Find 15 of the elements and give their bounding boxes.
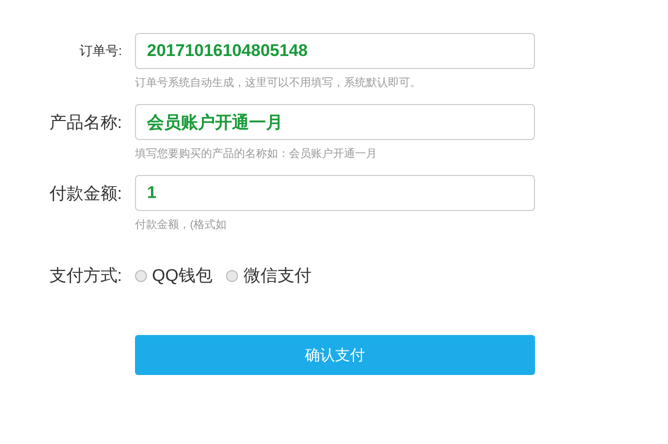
hint-text: 付款金额，(格式如	[135, 218, 228, 232]
input-field[interactable]: 会员账户开通一月	[135, 104, 535, 140]
field-label: 支付方式:	[49, 265, 122, 287]
submit-button[interactable]: 确认支付	[135, 335, 535, 375]
field-label: 付款金额:	[49, 182, 122, 204]
radio-button[interactable]	[226, 270, 238, 282]
field-label: 产品名称:	[49, 112, 122, 134]
input-field[interactable]: 20171016104805148	[135, 33, 535, 69]
option-label: QQ钱包	[152, 265, 212, 287]
option-label: 微信支付	[243, 265, 312, 287]
radio-button[interactable]	[135, 270, 147, 282]
field-label: 订单号:	[79, 42, 122, 60]
hint-text: 订单号系统自动生成，这里可以不用填写，系统默认即可。	[135, 76, 422, 90]
hint-text: 填写您要购买的产品的名称如：会员账户开通一月	[135, 147, 378, 161]
input-field[interactable]: 1	[135, 175, 535, 211]
